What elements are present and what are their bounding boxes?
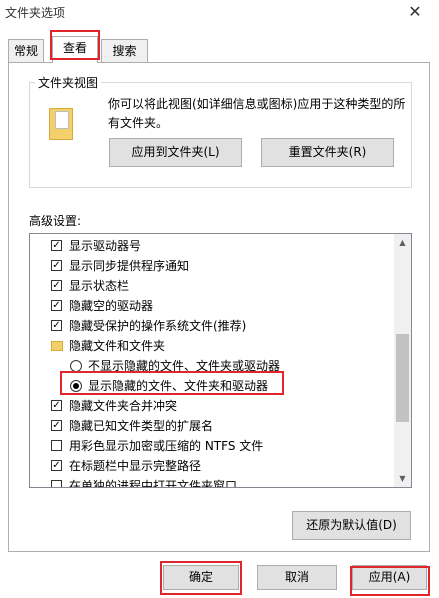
checkbox-checked-icon[interactable]: ✓ (51, 240, 62, 251)
ok-button[interactable]: 确定 (163, 565, 239, 590)
tab-general[interactable]: 常规 (8, 39, 44, 62)
scroll-down-icon[interactable]: ▼ (394, 470, 411, 487)
checkbox-checked-icon[interactable]: ✓ (51, 300, 62, 311)
cancel-button[interactable]: 取消 (257, 565, 337, 590)
advanced-settings-list[interactable]: ✓ 显示驱动器号 ✓ 显示同步提供程序通知 ✓ 显示状态栏 ✓ 隐藏空的驱动器 … (29, 233, 412, 488)
checkbox-unchecked-icon[interactable] (51, 480, 62, 487)
checkbox-checked-icon[interactable]: ✓ (51, 280, 62, 291)
checkbox-checked-icon[interactable]: ✓ (51, 260, 62, 271)
checkbox-checked-icon[interactable]: ✓ (51, 460, 62, 471)
checkbox-checked-icon[interactable]: ✓ (51, 420, 62, 431)
close-icon[interactable]: ✕ (400, 0, 430, 24)
checkbox-unchecked-icon[interactable] (51, 440, 62, 451)
folder-view-icon (49, 108, 73, 140)
apply-to-folders-button[interactable]: 应用到文件夹(L) (109, 138, 242, 167)
tab-view[interactable]: 查看 (52, 36, 98, 63)
scrollbar-thumb[interactable] (396, 334, 409, 422)
advanced-settings-label: 高级设置: (29, 214, 82, 228)
folder-icon (51, 341, 63, 351)
scroll-up-icon[interactable]: ▲ (394, 234, 411, 251)
window-title: 文件夹选项 (5, 6, 66, 20)
reset-folders-button[interactable]: 重置文件夹(R) (261, 138, 394, 167)
vertical-scrollbar[interactable]: ▲ ▼ (394, 234, 411, 487)
folder-view-label: 文件夹视图 (35, 74, 102, 91)
checkbox-checked-icon[interactable]: ✓ (51, 400, 62, 411)
apply-button[interactable]: 应用(A) (352, 565, 427, 590)
radio-unselected-icon[interactable] (70, 360, 82, 372)
tab-search[interactable]: 搜索 (101, 39, 148, 62)
restore-defaults-button[interactable]: 还原为默认值(D) (292, 511, 411, 540)
radio-selected-icon[interactable] (70, 380, 82, 392)
checkbox-checked-icon[interactable]: ✓ (51, 320, 62, 331)
folder-view-description: 你可以将此视图(如详细信息或图标)应用于这种类型的所有文件夹。 (108, 97, 406, 130)
